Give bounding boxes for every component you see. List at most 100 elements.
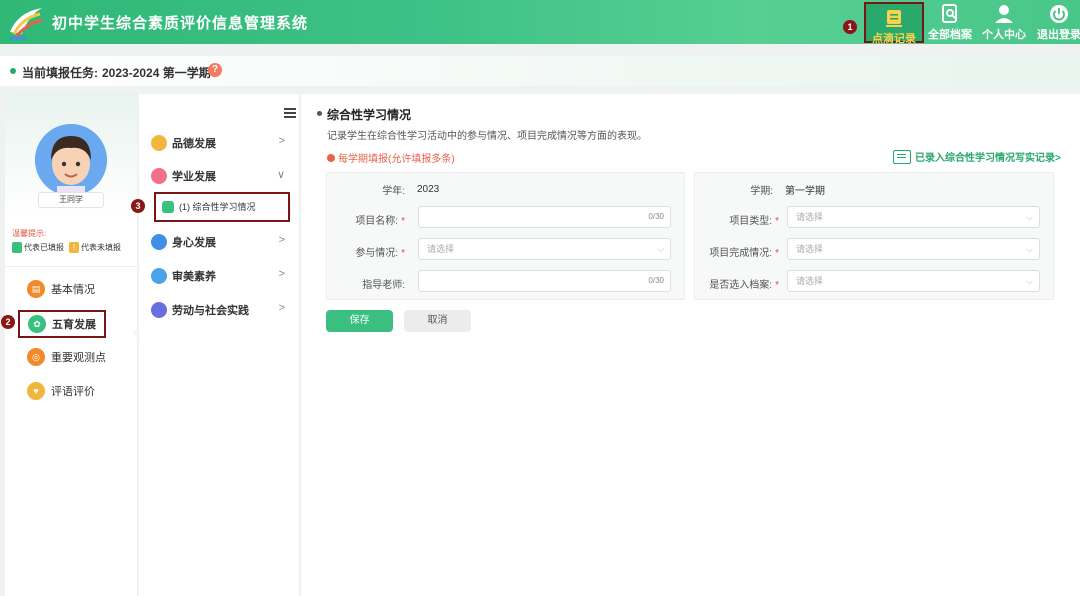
left-nav-observation-points[interactable]: ◎ 重要观测点 <box>27 348 106 366</box>
term-value: 第一学期 <box>785 185 825 197</box>
task-label: 当前填报任务: <box>22 66 98 80</box>
select-placeholder: 请选择 <box>796 244 824 254</box>
save-button[interactable]: 保存 <box>326 310 393 332</box>
fill-notice: 每学期填报(允许填报多条) <box>327 150 455 165</box>
main-content: 综合性学习情况 记录学生在综合性学习活动中的参与情况、项目完成情况等方面的表现。… <box>301 94 1080 596</box>
category-aesthetics[interactable]: 审美素养 > <box>151 268 285 284</box>
project-name-label: 项目名称: * <box>355 215 405 227</box>
category-academic[interactable]: 学业发展 ∨ <box>151 168 285 184</box>
filled-leaf-icon <box>162 200 174 213</box>
cancel-button[interactable]: 取消 <box>404 310 471 332</box>
note-icon <box>886 10 902 27</box>
left-nav-label: 评语评价 <box>51 386 95 398</box>
chevron-down-icon: ⌵ <box>1026 244 1033 254</box>
project-type-select[interactable]: 请选择 ⌵ <box>787 206 1040 228</box>
record-list-icon <box>893 149 911 164</box>
user-icon <box>995 5 1013 23</box>
teacher-input[interactable]: 0/30 <box>418 270 671 292</box>
category-label: 品德发展 <box>172 138 216 150</box>
project-name-input[interactable]: 0/30 <box>418 206 671 228</box>
app-title: 初中学生综合素质评价信息管理系统 <box>52 15 309 32</box>
nav-quan-bu-dang-an[interactable]: 全部档案 <box>922 0 978 44</box>
labor-icon <box>151 302 167 318</box>
record-link-label: 已录入综合性学习情况写实记录> <box>915 153 1061 164</box>
category-menu: 品德发展 > 学业发展 ∨ (1) 综合性学习情况 3 身心发展 > 审美素养 … <box>131 94 299 596</box>
help-icon[interactable]: ? <box>208 63 222 77</box>
nav-label: 点滴记录 <box>872 33 916 45</box>
select-placeholder: 请选择 <box>796 212 824 222</box>
nav-ge-ren-zhong-xin[interactable]: 个人中心 <box>976 0 1032 44</box>
logo-icon <box>10 8 43 40</box>
category-moral[interactable]: 品德发展 > <box>151 135 285 151</box>
filled-leaf-icon <box>12 242 22 253</box>
tip-unfilled: 代表未填报 <box>81 243 121 252</box>
growth-icon: ✿ <box>28 315 46 333</box>
completion-row: 项目完成情况: * <box>695 243 779 259</box>
nav-dian-di-ji-lu[interactable]: 点滴记录 <box>864 2 924 45</box>
year-label: 学年: <box>382 185 405 197</box>
term-label: 学期: <box>750 185 773 197</box>
task-dot <box>10 68 16 74</box>
category-label: 身心发展 <box>172 237 216 249</box>
task-bar: 当前填报任务: 2023-2024 第一学期 ? <box>0 56 1080 86</box>
chevron-down-icon: ⌵ <box>657 244 664 254</box>
profile-icon: ▤ <box>27 280 45 298</box>
nav-tui-chu-deng-lu[interactable]: 退出登录 <box>1031 0 1080 44</box>
tip-filled: 代表已填报 <box>24 243 64 252</box>
nav-label: 退出登录 <box>1037 29 1080 41</box>
left-nav-basic-info[interactable]: ▤ 基本情况 <box>27 280 95 298</box>
category-labor-practice[interactable]: 劳动与社会实践 > <box>151 302 285 318</box>
menu-collapse-icon[interactable] <box>284 108 296 118</box>
left-nav-label: 重要观测点 <box>51 352 106 364</box>
academic-icon <box>151 168 167 184</box>
category-label: 审美素养 <box>172 271 216 283</box>
target-icon: ◎ <box>27 348 45 366</box>
archive-search-icon <box>942 4 957 23</box>
aesthetics-icon <box>151 268 167 284</box>
participation-row: 参与情况: * <box>327 243 405 259</box>
left-nav-five-development[interactable]: ✿ 五育发展 <box>18 310 106 338</box>
avatar <box>35 124 107 196</box>
teacher-label: 指导老师: <box>362 279 405 291</box>
section-dot <box>317 111 322 116</box>
power-icon <box>1050 5 1068 23</box>
left-nav-label: 基本情况 <box>51 284 95 296</box>
section-description: 记录学生在综合性学习活动中的参与情况、项目完成情况等方面的表现。 <box>327 131 647 142</box>
archive-label: 是否选入档案: * <box>709 279 779 291</box>
tips-legend: 代表已填报 ! 代表未填报 <box>12 242 121 253</box>
char-counter: 0/30 <box>648 212 664 221</box>
left-nav-comments[interactable]: ♥ 评语评价 <box>27 382 95 400</box>
category-physical-mental[interactable]: 身心发展 > <box>151 234 285 250</box>
record-link[interactable]: 已录入综合性学习情况写实记录> <box>893 149 1061 164</box>
archive-row: 是否选入档案: * <box>695 275 779 291</box>
chevron-down-icon: ⌵ <box>1026 212 1033 222</box>
term-row: 学期: 第一学期 <box>695 181 825 197</box>
char-counter: 0/30 <box>648 276 664 285</box>
left-nav-label: 五育发展 <box>52 319 96 331</box>
nav-label: 全部档案 <box>928 29 972 41</box>
student-sidebar: 王同学 温馨提示: 代表已填报 ! 代表未填报 ▤ 基本情况 2 ✿ 五育发展 … <box>1 94 143 596</box>
nav-label: 个人中心 <box>982 29 1026 41</box>
sub-item-comprehensive-learning[interactable]: (1) 综合性学习情况 <box>154 192 290 222</box>
student-avatar-icon <box>35 124 107 196</box>
task-term: 2023-2024 第一学期 <box>102 66 211 80</box>
select-placeholder: 请选择 <box>796 276 824 286</box>
chevron-right-icon: > <box>278 234 285 246</box>
form-right-panel: 学期: 第一学期 项目类型: * 请选择 ⌵ 项目完成情况: * 请选择 ⌵ 是否选… <box>694 172 1054 300</box>
completion-select[interactable]: 请选择 ⌵ <box>787 238 1040 260</box>
health-icon <box>151 234 167 250</box>
participation-select[interactable]: 请选择 ⌵ <box>418 238 671 260</box>
moral-icon <box>151 135 167 151</box>
participation-label: 参与情况: * <box>355 247 405 259</box>
category-label: 学业发展 <box>172 171 216 183</box>
category-label: 劳动与社会实践 <box>172 305 249 317</box>
year-row: 学年: 2023 <box>327 181 439 197</box>
archive-select[interactable]: 请选择 ⌵ <box>787 270 1040 292</box>
info-icon <box>327 153 335 162</box>
form-left-panel: 学年: 2023 项目名称: * 0/30 参与情况: * 请选择 ⌵ 指导老师: … <box>326 172 685 300</box>
step-badge-3: 3 <box>131 199 145 213</box>
sub-item-label: (1) 综合性学习情况 <box>179 202 256 212</box>
step-badge-1: 1 <box>843 20 857 34</box>
project-name-row: 项目名称: * <box>327 211 405 227</box>
chevron-right-icon: > <box>278 135 285 147</box>
